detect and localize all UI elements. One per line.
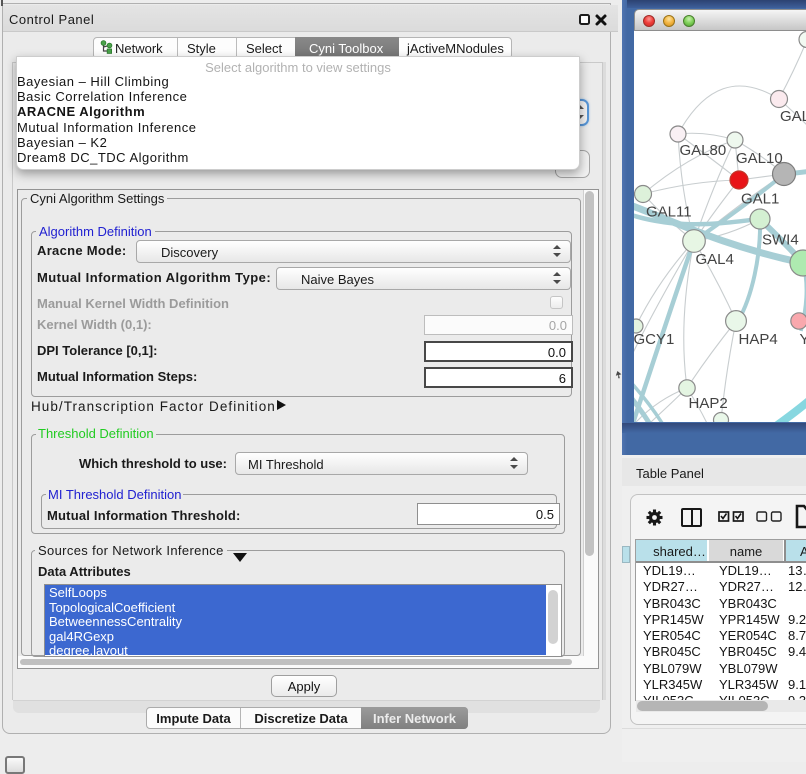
svg-text:GAL10: GAL10	[736, 150, 783, 167]
svg-text:GAL7: GAL7	[780, 108, 806, 125]
svg-text:GAL1: GAL1	[741, 191, 779, 208]
svg-text:GAL80: GAL80	[680, 142, 727, 159]
svg-text:HAP2: HAP2	[689, 395, 728, 412]
svg-text:GAL11: GAL11	[646, 204, 692, 221]
svg-text:GCY1: GCY1	[634, 331, 674, 348]
svg-text:HAP4: HAP4	[739, 331, 778, 348]
svg-text:YJ: YJ	[800, 331, 806, 348]
svg-text:SWI4: SWI4	[762, 232, 799, 249]
svg-text:GAL4: GAL4	[696, 251, 734, 268]
